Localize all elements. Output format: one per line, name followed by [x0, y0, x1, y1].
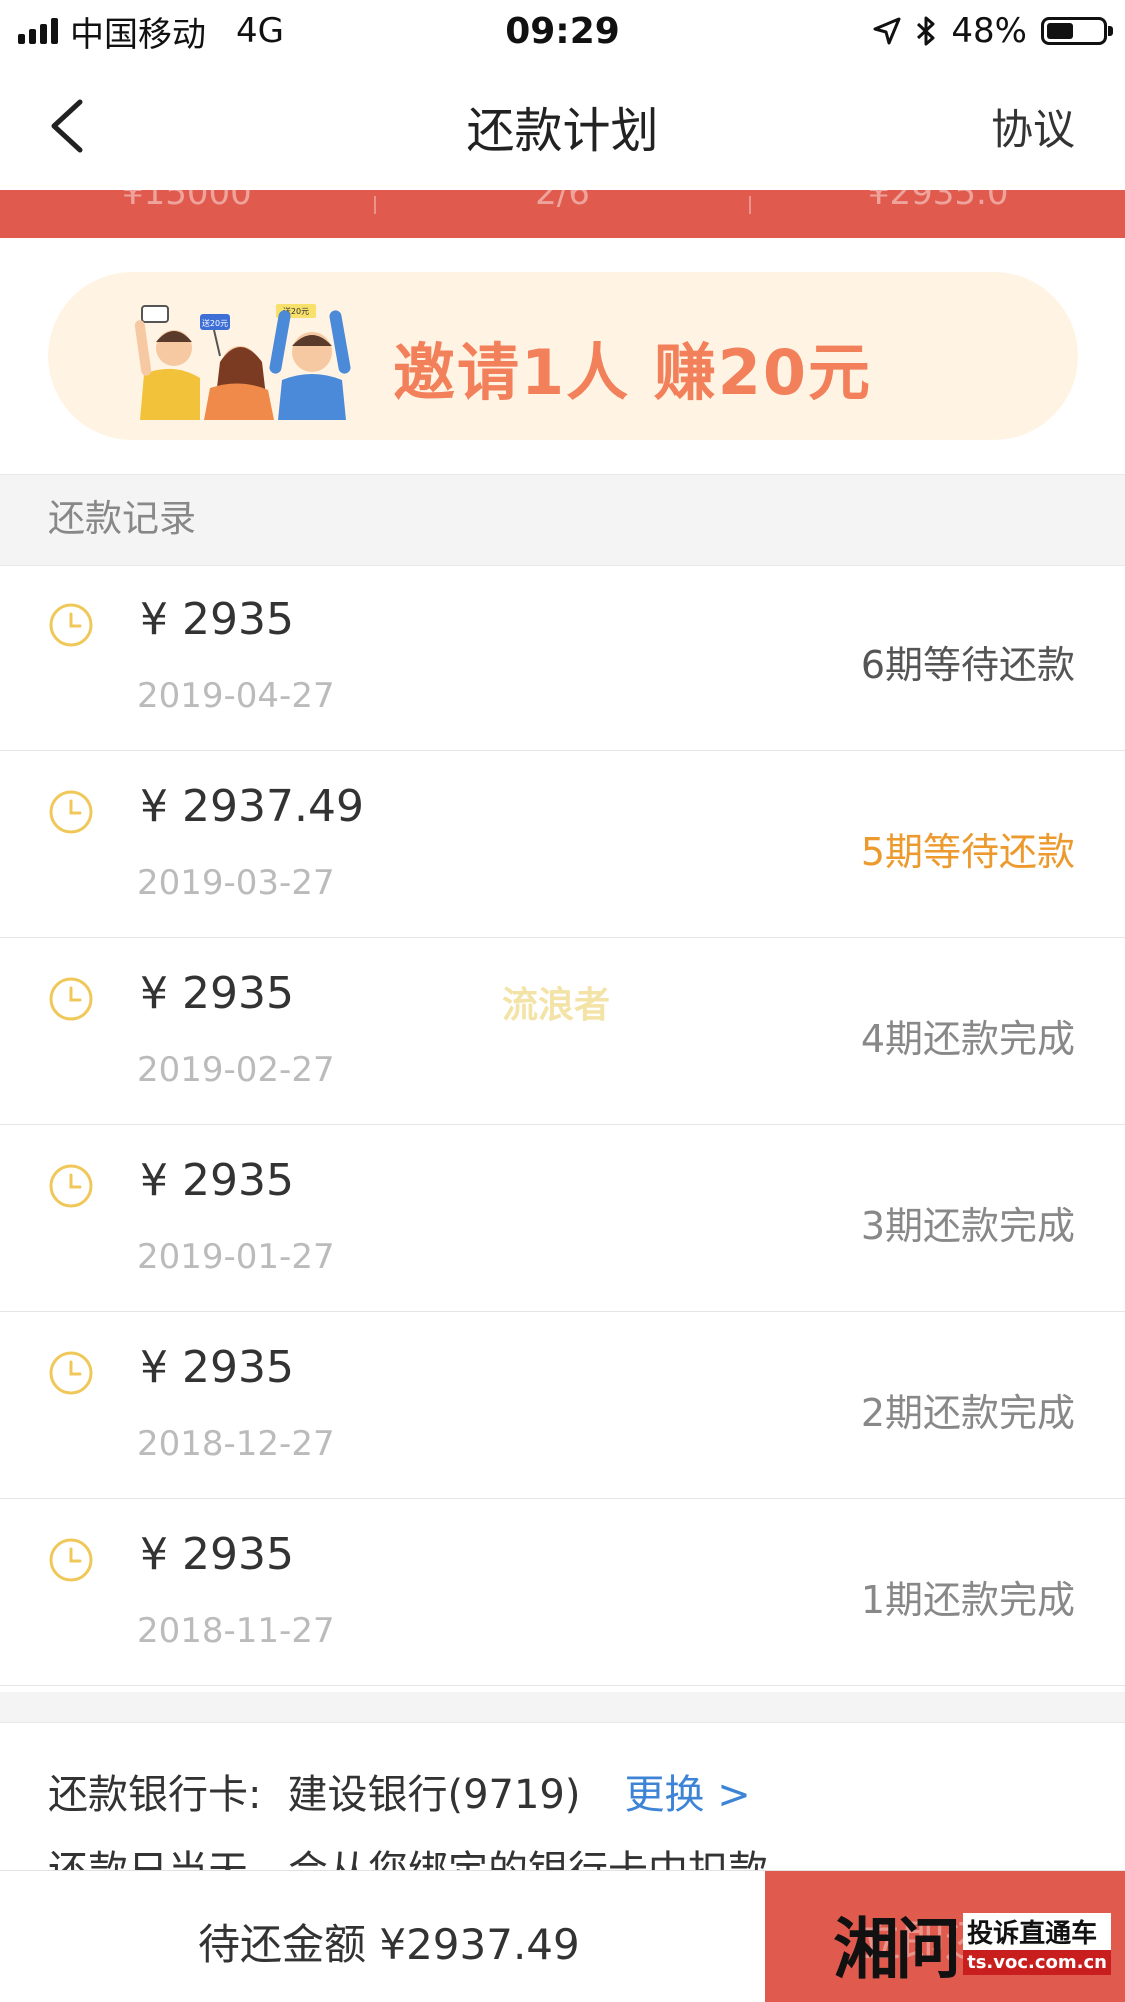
record-status: 1期还款完成: [860, 1578, 1075, 1622]
record-row[interactable]: ¥ 2935 2018-12-27 2期还款完成: [0, 1312, 1125, 1499]
battery-level: [1047, 23, 1073, 39]
banner-tag-1: 送20元: [202, 318, 228, 328]
clock-icon: [49, 1351, 93, 1395]
logo-mark: 湘问: [833, 1910, 961, 1988]
record-status: 5期等待还款: [860, 830, 1075, 874]
section-divider: [0, 1692, 1125, 1723]
record-row[interactable]: ¥ 2935 2019-02-27 4期还款完成: [0, 938, 1125, 1125]
summary-period: 2/6: [535, 190, 590, 213]
back-chevron-icon[interactable]: [44, 96, 94, 156]
record-amount: ¥ 2935: [140, 1342, 294, 1393]
invite-banner-text: 邀请1人 赚20元: [393, 336, 873, 409]
record-date: 2019-04-27: [137, 676, 335, 716]
record-date: 2019-02-27: [137, 1050, 335, 1090]
record-date: 2019-01-27: [137, 1237, 335, 1277]
summary-principal: ¥15000: [121, 190, 252, 213]
network-type: 4G: [236, 11, 284, 51]
record-status: 3期还款完成: [860, 1204, 1075, 1248]
record-row[interactable]: ¥ 2935 2018-11-27 1期还款完成: [0, 1499, 1125, 1686]
clock-icon: [49, 1164, 93, 1208]
record-date: 2018-12-27: [137, 1424, 335, 1464]
bank-card-label: 还款银行卡:: [48, 1772, 262, 1818]
summary-installment: ¥2935.0: [867, 190, 1009, 213]
change-card-link[interactable]: 更换 >: [625, 1762, 751, 1820]
record-status: 6期等待还款: [860, 643, 1075, 687]
record-date: 2019-03-27: [137, 863, 335, 903]
summary-strip: ¥15000 2/6 ¥2935.0: [0, 190, 1125, 238]
agreement-link[interactable]: 协议: [991, 96, 1075, 157]
clock-icon: [49, 790, 93, 834]
status-left: 中国移动 4G: [18, 7, 284, 56]
nav-bar: 还款计划 协议: [0, 62, 1125, 190]
footer-bar: 待还金额 ¥2937.49 立即还款 湘问 投诉直通车 ts.voc.com.c…: [0, 1870, 1125, 2002]
invite-banner[interactable]: 送20元 送20元 邀请1人 赚20元: [48, 272, 1078, 440]
invite-people-illustration: 送20元 送20元: [134, 304, 351, 420]
carrier-name: 中国移动: [70, 14, 206, 55]
record-amount: ¥ 2935: [140, 968, 294, 1019]
logo-text: 投诉直通车 ts.voc.com.cn: [963, 1913, 1111, 1975]
record-status: 2期还款完成: [860, 1391, 1075, 1435]
battery-percent: 48%: [951, 11, 1027, 51]
logo-line2: ts.voc.com.cn: [963, 1950, 1111, 1975]
clock-icon: [49, 603, 93, 647]
record-amount: ¥ 2935: [140, 1529, 294, 1580]
record-date: 2018-11-27: [137, 1611, 335, 1651]
location-icon: [873, 17, 901, 45]
records-section-title: 还款记录: [48, 497, 196, 540]
clock-icon: [49, 1538, 93, 1582]
site-logo: 湘问 投诉直通车 ts.voc.com.cn: [833, 1896, 1111, 1992]
signal-icon: [18, 18, 58, 44]
user-watermark: 流浪者: [502, 985, 611, 1026]
record-row[interactable]: ¥ 2935 2019-04-27 6期等待还款: [0, 564, 1125, 751]
status-right: 48%: [873, 11, 1113, 51]
record-amount: ¥ 2935: [140, 594, 294, 645]
record-amount: ¥ 2937.49: [140, 781, 364, 832]
bank-card-row: 还款银行卡: 建设银行(9719) 更换 >: [48, 1762, 751, 1820]
bluetooth-icon: [917, 16, 935, 46]
record-row[interactable]: ¥ 2937.49 2019-03-27 5期等待还款: [0, 751, 1125, 938]
bank-card-name: 建设银行(9719): [287, 1772, 581, 1818]
clock-icon: [49, 977, 93, 1021]
page-title: 还款计划: [466, 103, 659, 159]
repayment-record-list: ¥ 2935 2019-04-27 6期等待还款 ¥ 2937.49 2019-…: [0, 564, 1125, 1686]
amount-due: 待还金额 ¥2937.49: [198, 1920, 580, 1969]
record-amount: ¥ 2935: [140, 1155, 294, 1206]
battery-icon: [1041, 17, 1113, 45]
logo-line1: 投诉直通车: [963, 1913, 1111, 1950]
record-status: 4期还款完成: [860, 1017, 1075, 1061]
record-row[interactable]: ¥ 2935 2019-01-27 3期还款完成: [0, 1125, 1125, 1312]
status-bar: 中国移动 4G 09:29 48%: [0, 0, 1125, 62]
